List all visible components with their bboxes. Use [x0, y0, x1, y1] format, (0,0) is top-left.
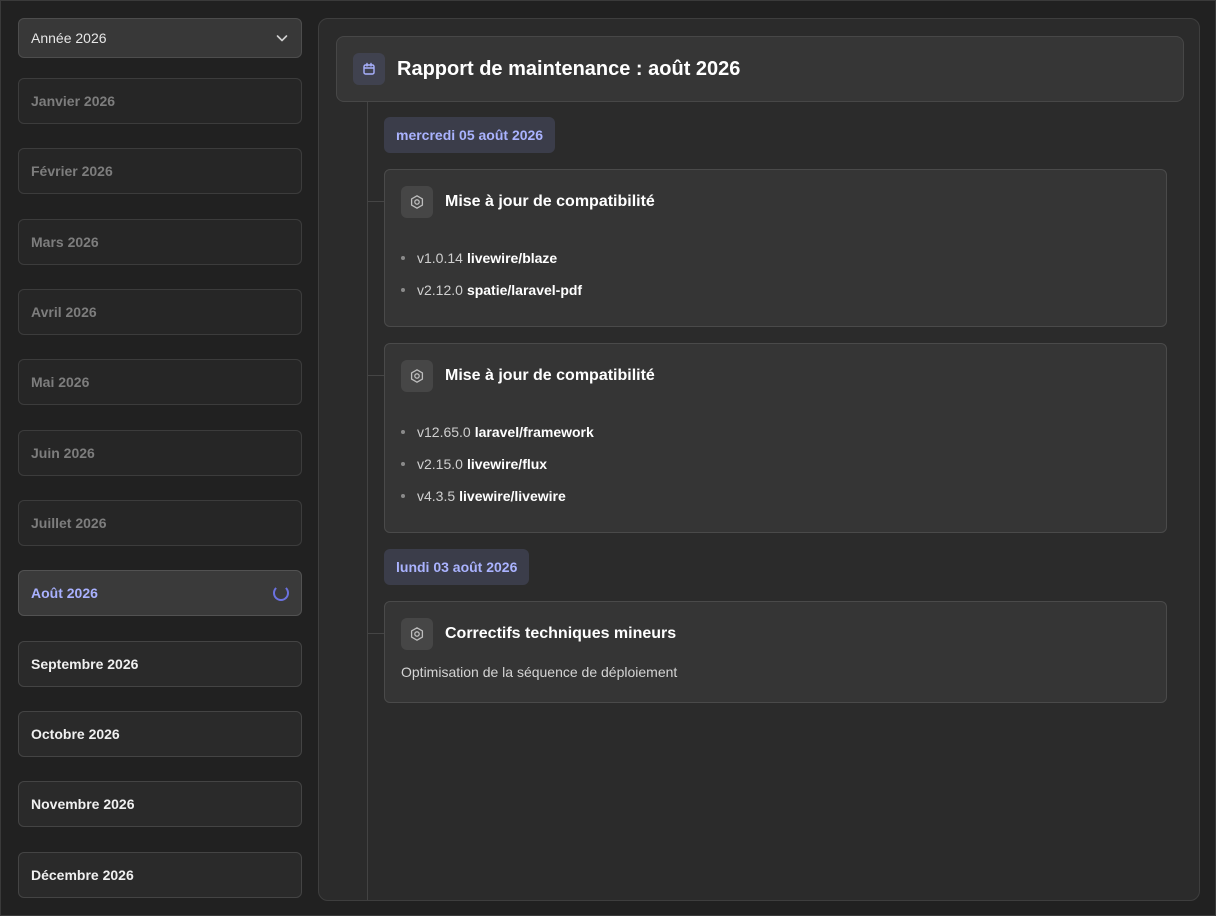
package-list: v1.0.14 livewire/blaze v2.12.0 spatie/la…	[401, 242, 582, 306]
package-version: v12.65.0	[417, 424, 471, 440]
app-window: Année 2026 Janvier 2026 Février 2026 Mar…	[0, 0, 1216, 916]
page-title: Rapport de maintenance : août 2026	[397, 57, 741, 80]
year-select-value: Année 2026	[31, 30, 107, 46]
entry-title: Correctifs techniques mineurs	[445, 625, 677, 642]
timeline-connector	[368, 633, 384, 634]
entry-card: Mise à jour de compatibilité v1.0.14 liv…	[368, 169, 1167, 327]
month-item-novembre[interactable]: Novembre 2026	[18, 781, 302, 827]
package-list: v12.65.0 laravel/framework v2.15.0 livew…	[401, 416, 594, 512]
gear-icon	[401, 186, 433, 218]
timeline-connector	[368, 201, 384, 202]
gear-icon	[401, 618, 433, 650]
chevron-down-icon	[275, 31, 289, 45]
package-name: livewire/flux	[466, 456, 548, 472]
report-panel: Rapport de maintenance : août 2026 mercr…	[318, 18, 1200, 901]
month-label: Août 2026	[31, 585, 98, 601]
month-item-juillet[interactable]: Juillet 2026	[18, 500, 302, 546]
month-item-octobre[interactable]: Octobre 2026	[18, 711, 302, 757]
entry-title: Mise à jour de compatibilité	[445, 367, 655, 384]
bullet-icon	[401, 462, 405, 466]
package-version: v2.15.0	[417, 456, 463, 472]
list-item: v2.15.0 livewire/flux	[401, 448, 594, 480]
month-label: Septembre 2026	[31, 656, 139, 672]
month-label: Octobre 2026	[31, 726, 120, 742]
month-item-avril[interactable]: Avril 2026	[18, 289, 302, 335]
month-item-janvier[interactable]: Janvier 2026	[18, 78, 302, 124]
bullet-icon	[401, 256, 405, 260]
timeline-line	[367, 102, 368, 900]
package-name: livewire/blaze	[466, 250, 558, 266]
month-item-septembre[interactable]: Septembre 2026	[18, 641, 302, 687]
list-item: v4.3.5 livewire/livewire	[401, 480, 594, 512]
month-item-fevrier[interactable]: Février 2026	[18, 148, 302, 194]
month-item-mars[interactable]: Mars 2026	[18, 219, 302, 265]
month-label: Novembre 2026	[31, 796, 135, 812]
month-item-decembre[interactable]: Décembre 2026	[18, 852, 302, 898]
month-label: Mars 2026	[31, 234, 99, 250]
date-badge: mercredi 05 août 2026	[384, 117, 556, 153]
month-item-mai[interactable]: Mai 2026	[18, 359, 302, 405]
calendar-icon	[353, 53, 385, 85]
month-label: Juin 2026	[31, 445, 95, 461]
package-version: v1.0.14	[417, 250, 463, 266]
list-item: v12.65.0 laravel/framework	[401, 416, 594, 448]
month-label: Février 2026	[31, 163, 113, 179]
bullet-icon	[401, 494, 405, 498]
month-label: Janvier 2026	[31, 93, 116, 109]
month-item-juin[interactable]: Juin 2026	[18, 430, 302, 476]
bullet-icon	[401, 288, 405, 292]
timeline-connector	[368, 375, 384, 376]
report-header: Rapport de maintenance : août 2026	[336, 36, 1184, 102]
month-label: Mai 2026	[31, 374, 90, 390]
loading-spinner-icon	[273, 585, 289, 601]
entry-header: Mise à jour de compatibilité	[401, 360, 655, 392]
year-select[interactable]: Année 2026	[18, 18, 302, 58]
month-label: Avril 2026	[31, 304, 97, 320]
gear-icon	[401, 360, 433, 392]
month-item-aout[interactable]: Août 2026	[18, 570, 302, 616]
date-badge: lundi 03 août 2026	[384, 549, 530, 585]
package-name: laravel/framework	[474, 424, 594, 440]
list-item: v1.0.14 livewire/blaze	[401, 242, 582, 274]
bullet-icon	[401, 430, 405, 434]
entry-title: Mise à jour de compatibilité	[445, 193, 655, 210]
package-version: v2.12.0	[417, 282, 463, 298]
month-label: Juillet 2026	[31, 515, 107, 531]
package-name: livewire/livewire	[459, 488, 566, 504]
package-version: v4.3.5	[417, 488, 456, 504]
entry-card: Mise à jour de compatibilité v12.65.0 la…	[368, 343, 1167, 533]
entry-card: Correctifs techniques mineurs Optimisati…	[368, 601, 1167, 703]
list-item: v2.12.0 spatie/laravel-pdf	[401, 274, 582, 306]
entry-description: Optimisation de la séquence de déploieme…	[401, 664, 678, 680]
package-name: spatie/laravel-pdf	[466, 282, 583, 298]
entry-header: Correctifs techniques mineurs	[401, 618, 676, 650]
month-label: Décembre 2026	[31, 867, 134, 883]
entry-header: Mise à jour de compatibilité	[401, 186, 655, 218]
